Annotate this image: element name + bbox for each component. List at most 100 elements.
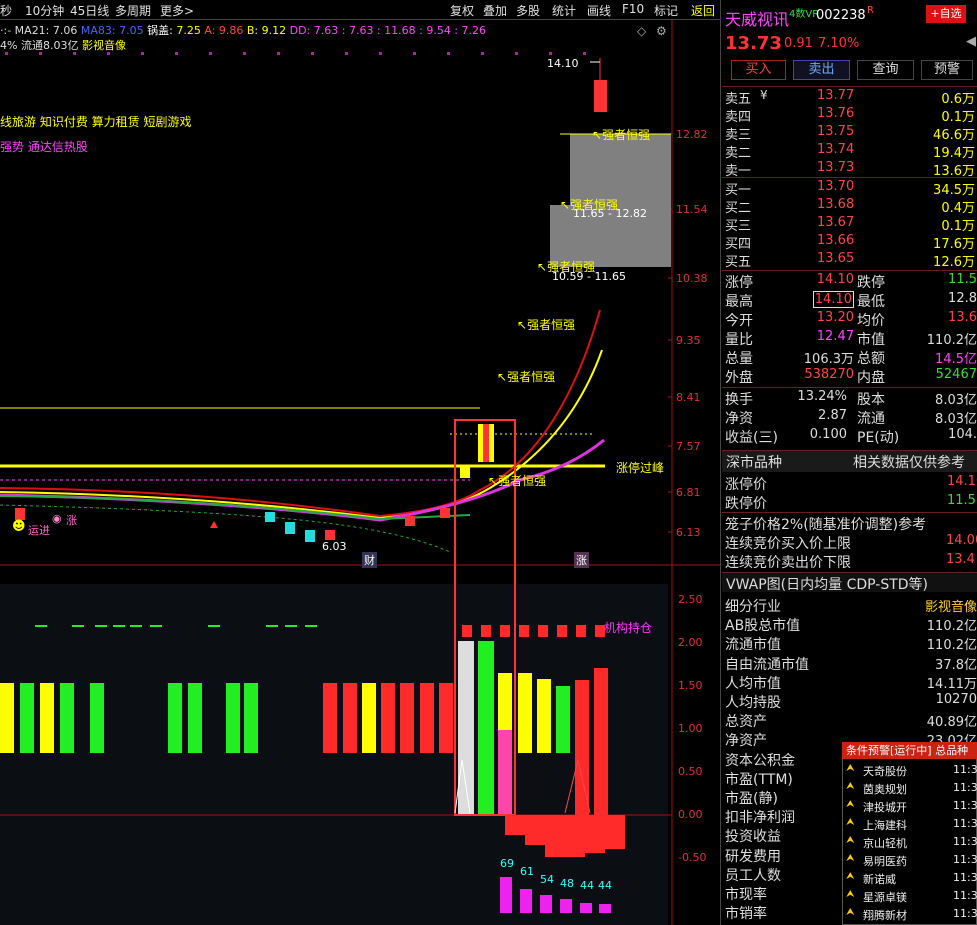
stat-label: 市值 (857, 332, 885, 348)
guogai-label: 锅盖: (147, 24, 173, 37)
neg-bar-label: 44 (598, 879, 612, 892)
fundamental-label: 市盈(TTM) (725, 771, 793, 788)
alert-stock-name[interactable]: 茵奥规划 (863, 781, 907, 797)
draw-button[interactable]: 画线 (587, 2, 611, 19)
ask-row: 卖二 13.74 19.4万 (724, 142, 977, 161)
divider (722, 270, 977, 271)
indicator-bar (362, 683, 376, 753)
ask-row: 卖一 13.73 13.6万 (724, 160, 977, 179)
jigou-square (557, 625, 567, 637)
stat-label: 外盘 (725, 370, 753, 386)
add-watchlist-button[interactable]: +自选 (926, 5, 966, 23)
stats-row: 总量 106.3万 总额 14.5亿 (724, 348, 977, 367)
neg-bar-label: 54 (540, 873, 554, 886)
stat-value: 106.3万 (803, 352, 854, 367)
sell-button[interactable]: 卖出 (793, 60, 850, 80)
green-dash-mark (305, 625, 317, 627)
ask-price: 13.75 (817, 124, 855, 139)
settings-icon[interactable]: ⚙ (656, 24, 667, 38)
cage-label: 连续竞价买入价上限 (725, 536, 851, 552)
ask-row: 卖三 13.75 46.6万 (724, 124, 977, 143)
stat-label: 内盘 (857, 370, 885, 386)
alert-arrow-icon: ⮝ (846, 799, 855, 810)
alert-stock-name[interactable]: 新诺威 (863, 871, 896, 887)
stock-badge: 4数VR (789, 9, 820, 20)
bid-label: 买四 (725, 237, 752, 252)
concept-row1: 线旅游 知识付费 算力租赁 短剧游戏 (0, 115, 192, 129)
stat-value: 13.6 (948, 310, 977, 325)
collapse-icon[interactable]: ◀ (966, 34, 976, 49)
magenta-dot (481, 52, 484, 55)
ask-price: 13.77 (817, 88, 855, 103)
stat-label: 总量 (725, 351, 753, 367)
tab-multi-period[interactable]: 多周期 (115, 2, 151, 19)
alert-stock-name[interactable]: 上海建科 (863, 817, 907, 833)
bid-price: 13.70 (817, 179, 855, 194)
jigou-square (576, 625, 586, 637)
magenta-dot (141, 52, 144, 55)
negative-block (525, 815, 545, 845)
tab-seconds[interactable]: 秒 (0, 2, 12, 19)
candle (440, 508, 450, 518)
stat-label: 均价 (857, 313, 885, 329)
alert-stock-name[interactable]: 京山轻机 (863, 835, 907, 851)
ask-volume: 0.6万 (941, 92, 975, 107)
alert-stock-name[interactable]: 津投城开 (863, 799, 907, 815)
bid-volume: 34.5万 (933, 183, 975, 198)
price-change: 0.91 (784, 36, 813, 51)
alert-button[interactable]: 预警 (921, 60, 973, 80)
negative-block (585, 815, 605, 853)
mark-button[interactable]: 标记 (654, 2, 678, 19)
negative-block (605, 815, 625, 849)
stat-value: 12.8 (948, 291, 977, 306)
back-button[interactable]: 返回 (691, 2, 715, 19)
alert-time: 11:3 (953, 781, 977, 794)
tab-more[interactable]: 更多> (160, 2, 194, 19)
indicator-axis-tick: 0.50 (678, 765, 703, 778)
indicator-bar (439, 683, 453, 753)
magenta-dot (243, 52, 246, 55)
multi-stock-button[interactable]: 多股 (516, 2, 540, 19)
query-button[interactable]: 查询 (857, 60, 914, 80)
cage-value: 14.00 (946, 533, 977, 548)
magenta-dot (583, 52, 586, 55)
indicator-axis-tick: 1.50 (678, 679, 703, 692)
fuquan-button[interactable]: 复权 (450, 2, 474, 19)
stat-value: 0.100 (809, 427, 847, 442)
alert-stock-name[interactable]: 易明医药 (863, 853, 907, 869)
divider (722, 387, 977, 388)
stats-button[interactable]: 统计 (552, 2, 576, 19)
price-axis-tick: 6.13 (676, 526, 701, 539)
strong-label-4: ↖强者恒强 (517, 318, 576, 332)
negative-block (545, 815, 565, 857)
ask-label: 卖二 (725, 146, 752, 161)
diamond-icon[interactable]: ◇ (637, 24, 646, 38)
magenta-bar (500, 877, 512, 913)
overlay-button[interactable]: 叠加 (483, 2, 507, 19)
neg-bar-label: 48 (560, 877, 574, 890)
alert-stock-name[interactable]: 翔腾新材 (863, 907, 907, 923)
fundamental-value: 110.2亿 (926, 619, 977, 635)
f10-button[interactable]: F10 (622, 2, 644, 16)
stat-value: 538270 (804, 367, 854, 382)
neg-bar-label: 44 (580, 879, 594, 892)
tab-10min[interactable]: 10分钟 (25, 2, 64, 19)
bid-volume: 17.6万 (933, 237, 975, 252)
board-title: 深市品种 (726, 455, 782, 471)
alert-stock-name[interactable]: 天奇股份 (863, 763, 907, 779)
ask-label: 卖五 (725, 92, 752, 107)
tab-45day[interactable]: 45日线 (70, 2, 109, 19)
yunjin-label: 运进 (28, 524, 50, 537)
stat-value: 13.20 (816, 310, 854, 325)
candle (460, 466, 470, 478)
indicator-axis-tick: 1.00 (678, 722, 703, 735)
indicator-bar-green (478, 641, 494, 814)
buy-button[interactable]: 买入 (731, 60, 786, 80)
stat-value: 13.24% (797, 389, 847, 404)
bid-volume: 0.4万 (941, 201, 975, 216)
divider (722, 177, 977, 178)
cage-value: 13.4 (946, 552, 975, 567)
alert-stock-name[interactable]: 星源卓镁 (863, 889, 907, 905)
indicator-bar (518, 673, 532, 753)
bid-label: 买一 (725, 183, 752, 198)
